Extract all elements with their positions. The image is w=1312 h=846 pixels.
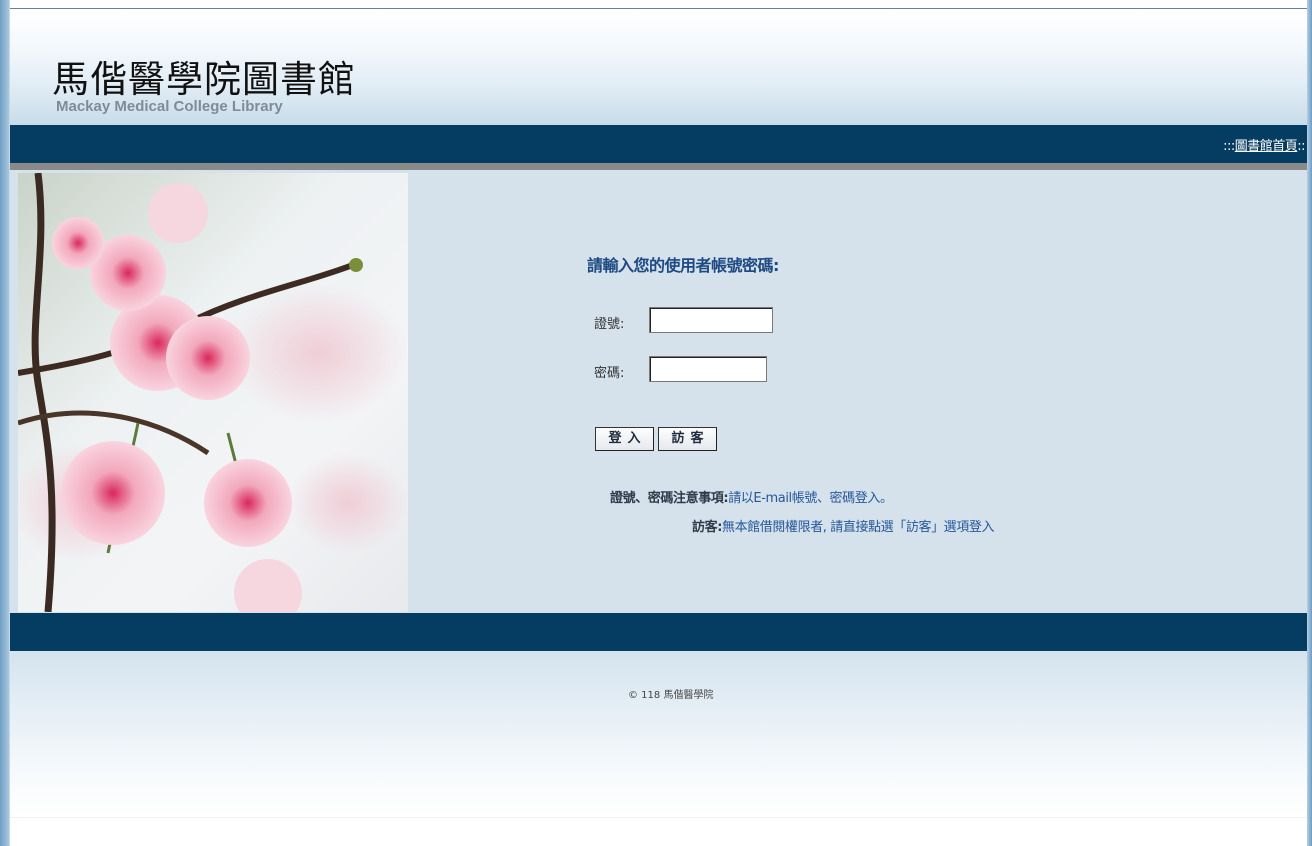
login-prompt: 請輸入您的使用者帳號密碼: [587, 256, 779, 275]
login-panel: 請輸入您的使用者帳號密碼: 證號: 密碼: 登入 訪客 證號、密碼注意事項:請以… [10, 170, 1307, 613]
site-header: 馬偕醫學院圖書館 Mackay Medical College Library [10, 9, 1307, 125]
library-logo-chinese: 馬偕醫學院圖書館 [52, 58, 356, 101]
divider [10, 163, 1307, 170]
account-label: 證號: [594, 317, 625, 332]
nav-suffix: :: [1297, 139, 1305, 154]
library-home-link[interactable]: 圖書館首頁 [1235, 139, 1298, 154]
password-label: 密碼: [594, 366, 625, 381]
library-logo-english: Mackay Medical College Library [56, 98, 283, 115]
cherry-blossom-illustration [18, 173, 408, 612]
account-input[interactable] [649, 307, 773, 333]
bottom-border [10, 817, 1307, 818]
page: 馬偕醫學院圖書館 Mackay Medical College Library … [10, 0, 1307, 846]
login-note-value: 請以E-mail帳號、密碼登入。 [728, 491, 893, 506]
guest-button[interactable]: 訪客 [658, 427, 717, 451]
footer-bar [10, 613, 1307, 651]
login-note-key: 證號、密碼注意事項: [610, 491, 729, 506]
copyright-text: © 118 馬偕醫學院 [628, 690, 714, 701]
cherry-blossom-image [18, 173, 408, 612]
login-button[interactable]: 登入 [595, 427, 654, 451]
nav-bar: :::圖書館首頁:: [10, 125, 1307, 163]
login-note: 證號、密碼注意事項:請以E-mail帳號、密碼登入。 [610, 487, 893, 506]
guest-note-key: 訪客: [692, 520, 722, 535]
nav-home-group: :::圖書館首頁:: [1223, 135, 1305, 154]
guest-note-value: 無本館借閱權限者, 請直接點選「訪客」選項登入 [722, 520, 995, 535]
site-footer: © 118 馬偕醫學院 [10, 651, 1307, 817]
nav-prefix: ::: [1223, 139, 1235, 154]
password-input[interactable] [649, 356, 767, 382]
guest-note: 訪客:無本館借閱權限者, 請直接點選「訪客」選項登入 [692, 516, 994, 535]
